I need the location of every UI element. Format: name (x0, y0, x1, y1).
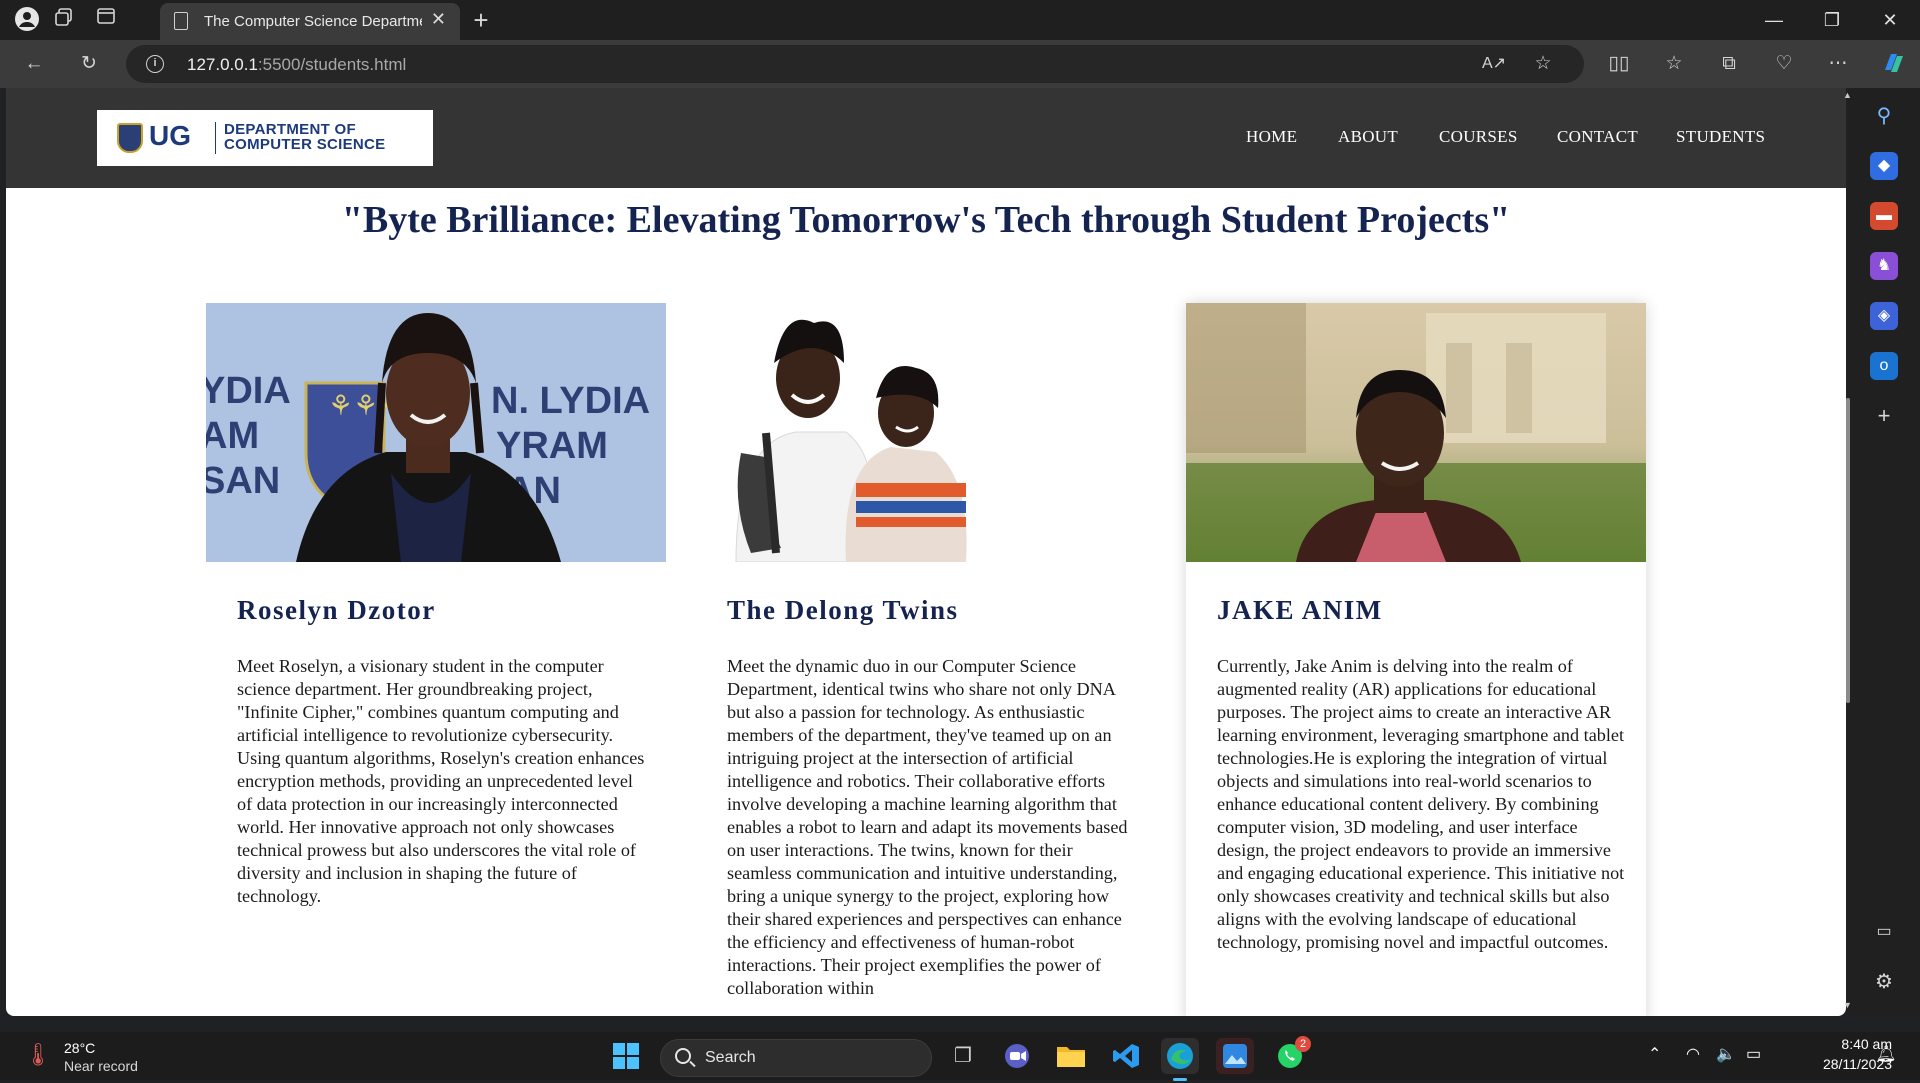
edge-sidebar: ⚲ ◆ ▬ ♞ ◈ o + ▭ ⚙ (1848, 88, 1920, 1016)
restore-icon[interactable]: ❐ (1803, 0, 1861, 40)
meet-chat-icon[interactable] (998, 1038, 1036, 1074)
url-text[interactable]: 127.0.0.1:5500/students.html (187, 55, 406, 75)
scroll-thumb[interactable] (1846, 398, 1850, 703)
hide-sidebar-icon[interactable]: ▭ (1870, 918, 1898, 946)
student-card-delong-twins: The Delong Twins Meet the dynamic duo in… (696, 303, 1156, 1016)
student-photo-roselyn: YDIA AM SAN ⚘⚘⚘ N. LYDIA YRAM AN (206, 303, 666, 562)
student-photo-jake-anim (1186, 303, 1646, 562)
nav-contact[interactable]: CONTACT (1557, 127, 1638, 147)
photos-editor-icon[interactable] (1216, 1038, 1254, 1074)
volume-icon[interactable]: 🔈 (1716, 1044, 1736, 1064)
search-icon (675, 1048, 691, 1064)
logo-dept: DEPARTMENT OF COMPUTER SCIENCE (224, 121, 386, 153)
browser-essentials-icon[interactable]: ♡ (1770, 50, 1798, 78)
student-card-jake-anim: JAKE ANIM Currently, Jake Anim is delvin… (1186, 303, 1646, 1016)
page-doc-icon (174, 12, 188, 30)
microsoft-365-icon[interactable]: ◈ (1870, 302, 1898, 330)
search-icon[interactable]: ⚲ (1870, 102, 1898, 130)
back-icon[interactable]: ← (20, 50, 48, 78)
browser-toolbar: ← ↻ i 127.0.0.1:5500/students.html A↗ ☆ … (0, 40, 1920, 88)
site-header: UG DEPARTMENT OF COMPUTER SCIENCE HOME AB… (6, 88, 1846, 188)
games-chess-icon[interactable]: ♞ (1870, 252, 1898, 280)
whatsapp-badge: 2 (1295, 1036, 1311, 1052)
site-info-icon[interactable]: i (146, 55, 164, 73)
weather-desc: Near record (64, 1058, 138, 1074)
svg-text:AM: AM (206, 415, 259, 457)
student-description: Meet Roselyn, a visionary student in the… (237, 656, 645, 906)
site-logo[interactable]: UG DEPARTMENT OF COMPUTER SCIENCE (97, 110, 433, 166)
more-menu-icon[interactable]: ⋯ (1824, 50, 1852, 78)
browser-tab-strip: The Computer Science Departme ✕ + — ❐ ✕ (0, 0, 1920, 40)
vscode-icon[interactable] (1107, 1038, 1145, 1074)
minimize-icon[interactable]: — (1745, 0, 1803, 40)
svg-text:N. LYDIA: N. LYDIA (491, 380, 650, 422)
logo-divider (215, 122, 216, 154)
window-close-icon[interactable]: ✕ (1861, 0, 1919, 40)
weather-widget[interactable]: 🌡 28°C Near record (20, 1038, 160, 1076)
shopping-tag-icon[interactable]: ◆ (1870, 152, 1898, 180)
refresh-icon[interactable]: ↻ (75, 50, 103, 78)
task-view-icon[interactable]: ❐ (944, 1038, 982, 1074)
scroll-down-arrow-icon[interactable]: ▼ (1843, 1000, 1852, 1010)
logo-short: UG (149, 120, 191, 151)
student-name: JAKE ANIM (1217, 595, 1383, 625)
student-name: The Delong Twins (727, 595, 959, 625)
tab-active[interactable]: The Computer Science Departme ✕ (160, 3, 460, 40)
favorite-star-icon[interactable]: ☆ (1529, 50, 1557, 78)
outlook-icon[interactable]: o (1870, 352, 1898, 380)
notifications-bell-icon[interactable]: 🔔︎ (1876, 1044, 1896, 1064)
new-tab-icon[interactable]: + (467, 6, 495, 34)
nav-home[interactable]: HOME (1246, 127, 1297, 147)
weather-temp: 28°C (64, 1040, 96, 1056)
page-scrollbar[interactable]: ▲ ▼ (1843, 88, 1852, 1016)
thermometer-icon: 🌡 (24, 1042, 52, 1067)
svg-text:YRAM: YRAM (496, 425, 608, 467)
svg-text:YDIA: YDIA (206, 370, 291, 412)
taskbar-search-label: Search (705, 1049, 756, 1066)
tools-briefcase-icon[interactable]: ▬ (1870, 202, 1898, 230)
address-bar[interactable]: i 127.0.0.1:5500/students.html A↗ ☆ (126, 45, 1584, 83)
taskbar-search[interactable]: Search (660, 1039, 932, 1077)
sidebar-settings-icon[interactable]: ⚙ (1870, 968, 1898, 996)
wifi-icon[interactable]: ◠ (1686, 1044, 1700, 1064)
read-aloud-icon[interactable]: A↗ (1480, 50, 1508, 78)
battery-icon[interactable]: ▭ (1746, 1044, 1761, 1064)
workspaces-icon[interactable] (50, 6, 78, 34)
collections-icon[interactable]: ⧉ (1715, 50, 1743, 78)
copilot-icon[interactable] (1880, 50, 1908, 78)
tab-title: The Computer Science Departme (204, 13, 422, 30)
windows-taskbar: 🌡 28°C Near record Search ❐ 2 ⌃ ◠ 🔈 ▭ 8:… (0, 1032, 1920, 1081)
ug-crest-icon (117, 123, 143, 153)
student-description: Currently, Jake Anim is delving into the… (1217, 656, 1625, 952)
student-card-roselyn: YDIA AM SAN ⚘⚘⚘ N. LYDIA YRAM AN Roselyn… (206, 303, 666, 1016)
scroll-up-arrow-icon[interactable]: ▲ (1843, 90, 1852, 100)
student-name: Roselyn Dzotor (237, 595, 436, 625)
student-description: Meet the dynamic duo in our Computer Sci… (727, 656, 1128, 998)
tab-close-icon[interactable]: ✕ (431, 9, 446, 30)
edge-browser-icon[interactable] (1161, 1038, 1199, 1081)
file-explorer-icon[interactable] (1052, 1038, 1090, 1074)
split-screen-icon[interactable]: ▯▯ (1605, 50, 1633, 78)
whatsapp-icon[interactable]: 2 (1271, 1036, 1311, 1074)
page-viewport: UG DEPARTMENT OF COMPUTER SCIENCE HOME AB… (6, 88, 1846, 1016)
student-photo-delong-twins (696, 303, 1156, 562)
svg-text:SAN: SAN (206, 460, 280, 502)
nav-students[interactable]: STUDENTS (1676, 127, 1765, 147)
page-headline: "Byte Brilliance: Elevating Tomorrow's T… (341, 199, 1511, 241)
add-sidebar-app-icon[interactable]: + (1870, 402, 1898, 430)
nav-courses[interactable]: COURSES (1439, 127, 1518, 147)
profile-icon[interactable] (13, 6, 41, 34)
nav-about[interactable]: ABOUT (1338, 127, 1398, 147)
tab-actions-icon[interactable] (92, 6, 120, 34)
favorites-icon[interactable]: ☆ (1660, 50, 1688, 78)
show-hidden-icons-icon[interactable]: ⌃ (1648, 1044, 1661, 1064)
start-windows-icon[interactable] (607, 1038, 645, 1074)
